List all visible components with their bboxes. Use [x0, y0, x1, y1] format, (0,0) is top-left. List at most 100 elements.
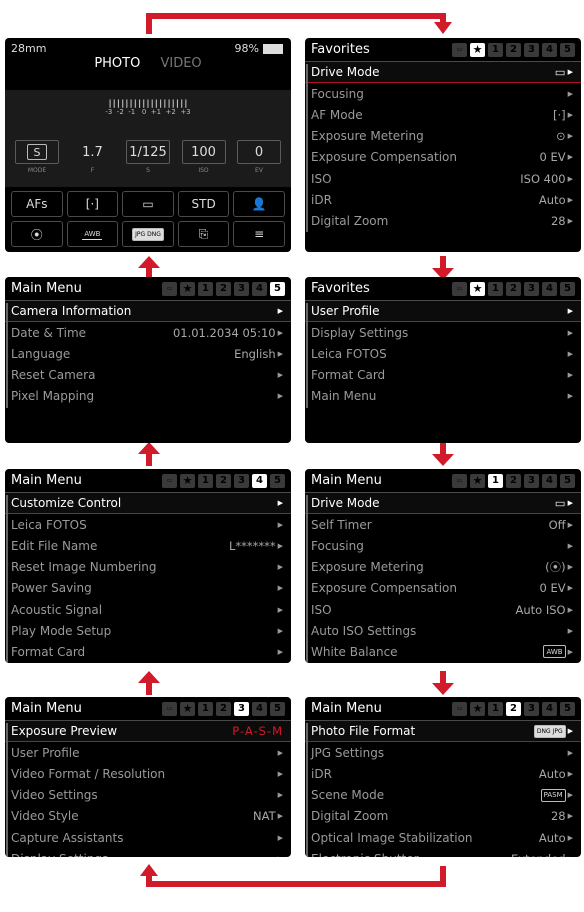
menu-item[interactable]: User Profile ▶: [5, 742, 291, 763]
menu-item[interactable]: Exposure Metering (⦿) ▶: [305, 557, 581, 578]
menu-item[interactable]: Capture Assistants ▶: [5, 827, 291, 848]
tab-page-3[interactable]: 3: [524, 42, 539, 57]
menu-item[interactable]: User Profile ▶: [305, 301, 581, 323]
tab-favorites[interactable]: ★: [180, 701, 195, 716]
scrollbar[interactable]: [6, 495, 8, 663]
tab-page-2[interactable]: 2: [506, 701, 521, 716]
menu-item[interactable]: AF Mode [·] ▶: [305, 104, 581, 125]
menu-item[interactable]: iDR Auto ▶: [305, 189, 581, 210]
tab-page-4[interactable]: 4: [252, 701, 267, 716]
tab-favorites[interactable]: ★: [180, 473, 195, 488]
menu-item[interactable]: Camera Information ▶: [5, 301, 291, 323]
tab-page-5[interactable]: 5: [270, 281, 285, 296]
tab-page-4[interactable]: 4: [542, 473, 557, 488]
menu-item[interactable]: Format Card ▶: [305, 365, 581, 386]
video-mode-tab[interactable]: VIDEO: [160, 56, 201, 71]
menu-item[interactable]: Video Style NAT ▶: [5, 806, 291, 827]
tab-page-5[interactable]: 5: [270, 473, 285, 488]
param-iso[interactable]: 100 ISO: [181, 140, 226, 174]
tab-page-2[interactable]: 2: [216, 701, 231, 716]
tab-card[interactable]: ▭: [162, 281, 177, 296]
menu-item[interactable]: Digital Zoom 28 ▶: [305, 806, 581, 827]
param-ev[interactable]: 0 EV: [237, 140, 281, 174]
menu-item[interactable]: ISO Auto ISO ▶: [305, 599, 581, 620]
menu-item[interactable]: Focusing ▶: [305, 83, 581, 104]
menu-item[interactable]: Drive Mode ▭ ▶: [305, 493, 581, 515]
menu-item[interactable]: JPG Settings ▶: [305, 742, 581, 763]
tab-card[interactable]: ▭: [452, 701, 467, 716]
menu-item[interactable]: Reset Camera ▶: [5, 365, 291, 386]
tab-favorites[interactable]: ★: [180, 281, 195, 296]
menu-item[interactable]: Customize Control ▶: [5, 493, 291, 515]
tab-page-4[interactable]: 4: [252, 473, 267, 488]
tab-page-3[interactable]: 3: [234, 701, 249, 716]
menu-item[interactable]: Exposure Compensation 0 EV ▶: [305, 147, 581, 168]
tab-card[interactable]: ▭: [452, 473, 467, 488]
scrollbar[interactable]: [306, 495, 308, 663]
scrollbar[interactable]: [306, 723, 308, 857]
menu-item[interactable]: Exposure Preview P-A-S-M: [5, 721, 291, 743]
menu-item[interactable]: Reset Image Numbering ▶: [5, 557, 291, 578]
file-format-button[interactable]: JPG DNG: [122, 221, 174, 247]
af-field-button[interactable]: [·]: [66, 191, 119, 217]
tab-page-4[interactable]: 4: [542, 701, 557, 716]
tab-page-2[interactable]: 2: [216, 473, 231, 488]
scrollbar[interactable]: [306, 64, 308, 232]
tab-favorites[interactable]: ★: [470, 281, 485, 296]
tab-page-4[interactable]: 4: [542, 42, 557, 57]
tab-page-5[interactable]: 5: [560, 281, 575, 296]
tab-page-2[interactable]: 2: [506, 473, 521, 488]
scrollbar[interactable]: [306, 303, 308, 408]
menu-item[interactable]: Edit File Name L******* ▶: [5, 535, 291, 556]
tab-card[interactable]: ▭: [162, 473, 177, 488]
menu-item[interactable]: Display Settings ▶: [5, 848, 291, 857]
tab-page-1[interactable]: 1: [198, 281, 213, 296]
menu-item[interactable]: Pixel Mapping ▶: [5, 386, 291, 407]
tab-page-2[interactable]: 2: [506, 42, 521, 57]
tab-page-4[interactable]: 4: [542, 281, 557, 296]
tab-page-1[interactable]: 1: [198, 701, 213, 716]
scrollbar[interactable]: [6, 723, 8, 857]
menu-item[interactable]: Auto ISO Settings ▶: [305, 620, 581, 641]
menu-item[interactable]: Video Settings ▶: [5, 785, 291, 806]
menu-item[interactable]: Electronic Shutter Extended▶: [305, 848, 581, 857]
tab-page-3[interactable]: 3: [234, 281, 249, 296]
menu-item[interactable]: ISO ISO 400 ▶: [305, 168, 581, 189]
af-mode-button[interactable]: AFs: [11, 191, 63, 217]
tab-favorites[interactable]: ★: [470, 42, 485, 57]
tab-page-5[interactable]: 5: [560, 473, 575, 488]
tab-page-5[interactable]: 5: [560, 701, 575, 716]
menu-item[interactable]: Focusing ▶: [305, 535, 581, 556]
tab-page-3[interactable]: 3: [524, 701, 539, 716]
film-style-button[interactable]: STD: [177, 191, 230, 217]
menu-item[interactable]: Digital Zoom 28 ▶: [305, 210, 581, 231]
menu-item[interactable]: Power Saving ▶: [5, 578, 291, 599]
menu-item[interactable]: Date & Time 01.01.2034 05:10 ▶: [5, 322, 291, 343]
param-shutter[interactable]: 1/125 S: [126, 140, 170, 174]
tab-page-5[interactable]: 5: [270, 701, 285, 716]
menu-item[interactable]: Exposure Compensation 0 EV ▶: [305, 578, 581, 599]
param-aperture[interactable]: 1.7 F: [71, 140, 115, 175]
menu-item[interactable]: Acoustic Signal ▶: [5, 599, 291, 620]
menu-item[interactable]: Optical Image Stabilization Auto ▶: [305, 827, 581, 848]
menu-item[interactable]: iDR Auto ▶: [305, 763, 581, 784]
menu-item[interactable]: Drive Mode ▭ ▶: [305, 62, 581, 84]
tab-page-2[interactable]: 2: [216, 281, 231, 296]
menu-item[interactable]: Main Menu ▶: [305, 386, 581, 407]
tab-page-1[interactable]: 1: [488, 281, 503, 296]
tab-favorites[interactable]: ★: [470, 473, 485, 488]
menu-item[interactable]: Video Format / Resolution ▶: [5, 763, 291, 784]
tab-page-4[interactable]: 4: [252, 281, 267, 296]
drive-mode-button[interactable]: ▭: [122, 191, 174, 217]
tab-card[interactable]: ▭: [452, 281, 467, 296]
metering-button[interactable]: ⦿: [11, 221, 63, 247]
menu-button[interactable]: ≡: [233, 221, 285, 247]
scrollbar[interactable]: [6, 303, 8, 408]
menu-item[interactable]: Language English ▶: [5, 343, 291, 364]
tab-page-3[interactable]: 3: [524, 473, 539, 488]
tab-card[interactable]: ▭: [452, 42, 467, 57]
menu-item[interactable]: Leica FOTOS ▶: [305, 343, 581, 364]
photo-mode-tab[interactable]: PHOTO: [94, 56, 140, 71]
menu-item[interactable]: Format Card ▶: [5, 641, 291, 662]
param-mode[interactable]: S MODE: [15, 140, 59, 174]
